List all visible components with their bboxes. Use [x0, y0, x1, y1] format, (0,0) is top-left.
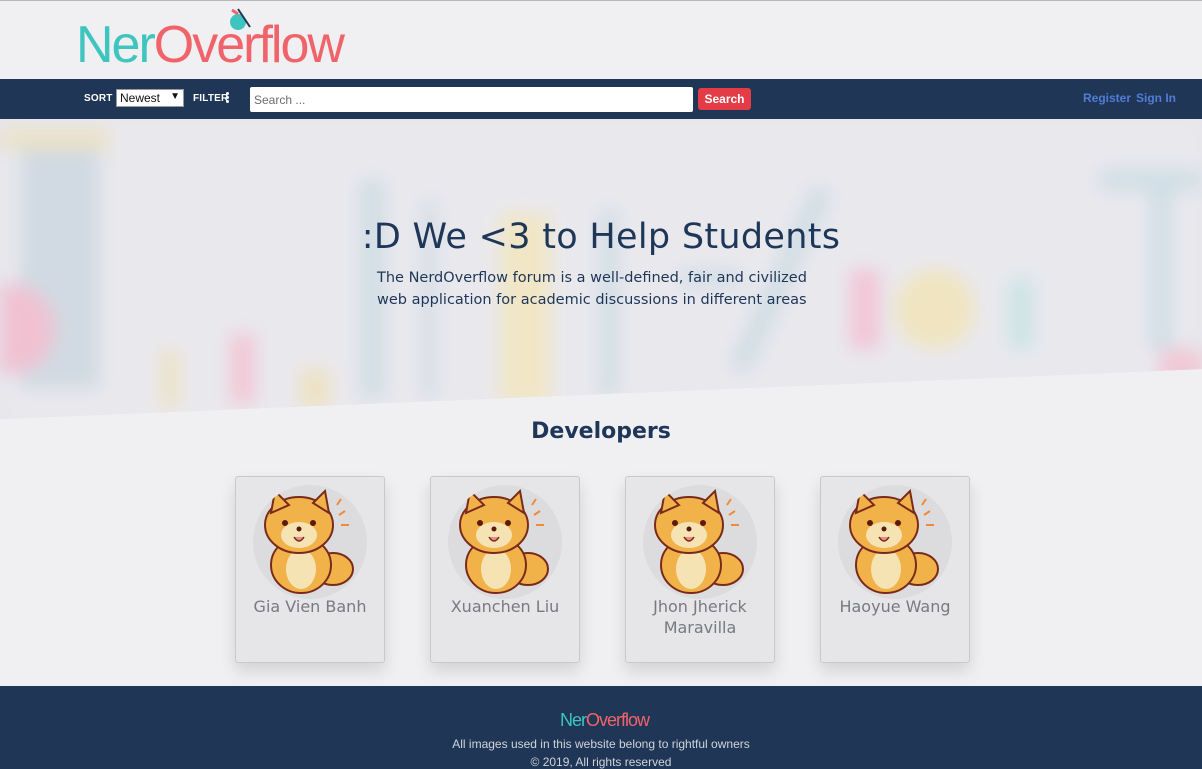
hero-subtitle: The NerdOverflow forum is a well-defined… [377, 270, 807, 308]
logo-text: NerOverflow [76, 16, 345, 74]
search-button[interactable]: Search [698, 88, 751, 110]
sort-select[interactable]: Newest ▼ [116, 89, 184, 107]
developer-card[interactable]: Gia Vien Banh [235, 476, 385, 663]
avatar [448, 485, 562, 599]
site-logo[interactable]: NerOverflow [76, 5, 345, 77]
avatar [838, 485, 952, 599]
avatar [643, 485, 757, 599]
footer-copyright: © 2019, All rights reserved [530, 755, 672, 769]
register-link[interactable]: Register [1083, 91, 1131, 105]
shiba-dog-avatar-icon [459, 488, 549, 594]
developer-card[interactable]: Jhon Jherick Maravilla [625, 476, 775, 663]
hero-title: :D We <3 to Help Students [361, 217, 841, 257]
sign-in-link[interactable]: Sign In [1136, 91, 1176, 105]
footer: NerOverflow All images used in this webs… [0, 686, 1202, 769]
developers-title: Developers [531, 419, 671, 444]
header: NerOverflow [0, 1, 1202, 78]
developer-name: Gia Vien Banh [253, 597, 367, 616]
dropdown-arrow-icon: ▼ [170, 91, 180, 102]
avatar [253, 485, 367, 599]
hero-banner: :D We <3 to Help Students The NerdOverfl… [0, 119, 1202, 419]
shiba-dog-avatar-icon [264, 488, 354, 594]
sort-select-value: Newest [120, 91, 161, 105]
shiba-dog-avatar-icon [849, 488, 939, 594]
sort-label: SORT [84, 93, 113, 104]
developer-name: Xuanchen Liu [450, 597, 560, 616]
filter-button[interactable]: FILTER [193, 93, 228, 104]
developer-card[interactable]: Haoyue Wang [820, 476, 970, 663]
search-input[interactable] [250, 87, 693, 112]
more-vertical-icon[interactable] [226, 92, 230, 104]
developer-name: Haoyue Wang [839, 597, 951, 616]
navbar: SORT Newest ▼ FILTER Search Register Sig… [0, 79, 1202, 119]
footer-notice: All images used in this website belong t… [452, 737, 750, 751]
footer-logo[interactable]: NerOverflow [560, 708, 650, 732]
developer-card[interactable]: Xuanchen Liu [430, 476, 580, 663]
shiba-dog-avatar-icon [654, 488, 744, 594]
developer-name: Jhon Jherick Maravilla [653, 597, 747, 637]
